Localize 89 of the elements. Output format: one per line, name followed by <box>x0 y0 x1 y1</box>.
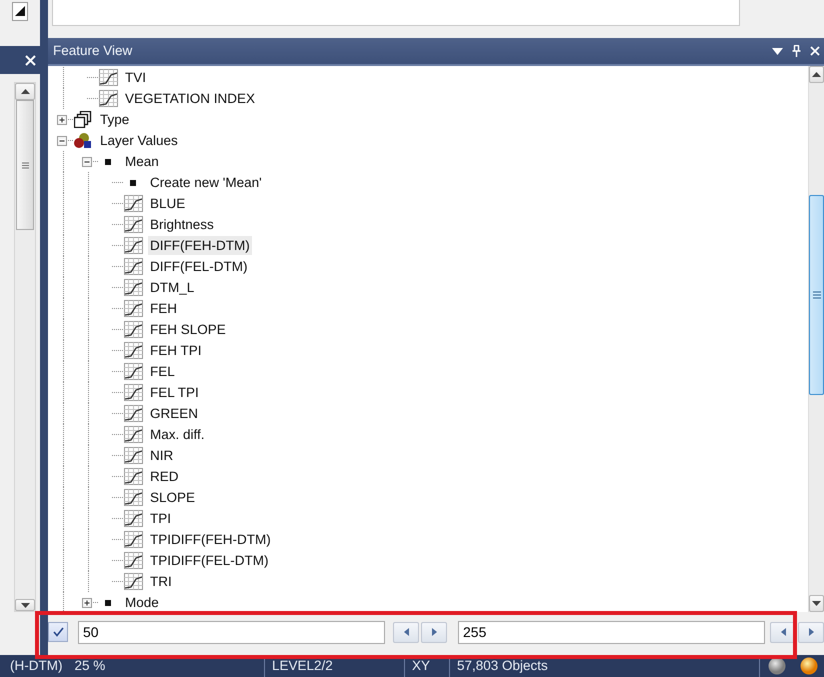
tree-item[interactable]: DIFF(FEL-DTM) <box>148 257 250 276</box>
layers-icon <box>73 132 93 149</box>
tree-item[interactable]: NIR <box>148 446 176 465</box>
chart-icon <box>124 216 142 233</box>
arrow-right-icon <box>808 628 814 636</box>
tree-item[interactable]: DIFF(FEH-DTM) <box>148 236 252 255</box>
status-text: 57,803 Objects <box>457 656 548 675</box>
tree-item[interactable]: TVI <box>123 68 148 87</box>
collapse-icon[interactable] <box>57 136 67 146</box>
tree-item[interactable]: FEL <box>148 362 177 381</box>
tree-item[interactable]: Brightness <box>148 215 216 234</box>
tree-item[interactable]: FEH TPI <box>148 341 204 360</box>
chart-icon <box>124 258 142 275</box>
dropdown-icon[interactable] <box>772 48 783 54</box>
checkbox[interactable] <box>48 622 68 642</box>
chart-icon <box>98 69 118 86</box>
chart-icon <box>124 237 142 254</box>
tree-item[interactable]: FEH SLOPE <box>148 320 228 339</box>
scrollbar[interactable] <box>808 66 824 612</box>
status-text: LEVEL2/2 <box>272 656 333 675</box>
tree-item[interactable]: Mean <box>123 152 161 171</box>
chart-icon <box>124 510 142 527</box>
status-icon[interactable] <box>768 657 786 675</box>
chart-icon <box>124 342 142 359</box>
tree-item[interactable]: FEL TPI <box>148 383 201 402</box>
chart-icon <box>124 279 142 296</box>
pin-icon[interactable] <box>792 45 801 57</box>
resize-icon[interactable] <box>12 2 28 22</box>
close-icon[interactable] <box>25 54 36 66</box>
tree-item[interactable]: Type <box>98 110 132 129</box>
panel-title: Feature View <box>53 42 134 60</box>
arrow-up-icon[interactable] <box>812 72 821 77</box>
left-button[interactable] <box>393 622 419 642</box>
arrow-down-icon[interactable] <box>20 602 30 608</box>
arrow-up-icon[interactable] <box>20 89 30 94</box>
status-text: 25 % <box>74 656 106 675</box>
chart-icon <box>124 426 142 443</box>
chart-icon <box>124 573 142 590</box>
chart-icon <box>124 531 142 548</box>
tree-item[interactable]: GREEN <box>148 404 200 423</box>
tree-item[interactable]: TPIDIFF(FEH-DTM) <box>148 530 273 549</box>
grip-icon[interactable] <box>22 162 28 168</box>
input-field[interactable] <box>52 0 740 26</box>
tree-item[interactable]: VEGETATION INDEX <box>123 89 258 108</box>
grip-icon[interactable] <box>812 291 820 299</box>
tree-item[interactable]: TRI <box>148 572 174 591</box>
tree-item[interactable]: SLOPE <box>148 488 198 507</box>
chart-icon <box>124 384 142 401</box>
tree-item[interactable]: RED <box>148 467 181 486</box>
tree-item[interactable]: BLUE <box>148 194 188 213</box>
chart-icon <box>124 489 142 506</box>
input-field[interactable]: 50 <box>78 620 385 644</box>
chart-icon <box>124 447 142 464</box>
arrow-left-icon <box>780 628 786 636</box>
tree-item[interactable]: TPI <box>148 509 174 528</box>
status-text: XY <box>412 656 430 675</box>
collapse-icon[interactable] <box>82 156 92 166</box>
tree-item[interactable]: DTM_L <box>148 278 196 297</box>
right-button[interactable] <box>798 622 824 642</box>
chart-icon <box>124 468 142 485</box>
tree-item[interactable]: Max. diff. <box>148 425 207 444</box>
tree-item[interactable]: Create new 'Mean' <box>148 173 264 192</box>
tree-item[interactable]: Mode <box>123 593 161 612</box>
expand-icon[interactable] <box>82 598 92 608</box>
bullet-icon <box>130 180 136 186</box>
stack-icon <box>74 111 92 128</box>
checkmark-icon <box>52 627 64 637</box>
close-icon[interactable] <box>810 46 820 56</box>
tree-item[interactable]: TPIDIFF(FEL-DTM) <box>148 551 270 570</box>
arrow-left-icon <box>404 628 408 636</box>
tree-item[interactable]: FEH <box>148 299 179 318</box>
expand-icon[interactable] <box>57 114 67 124</box>
arrow-right-icon <box>432 628 436 636</box>
bullet-icon <box>105 158 111 164</box>
chart-icon <box>124 405 142 422</box>
input-field[interactable]: 255 <box>458 620 765 644</box>
chart-icon <box>124 363 142 380</box>
chart-icon <box>124 300 142 317</box>
status-icon[interactable] <box>800 657 818 675</box>
chart-icon <box>124 195 142 212</box>
chart-icon <box>124 552 142 569</box>
chart-icon <box>98 90 118 107</box>
status-text: (H-DTM) <box>10 656 62 675</box>
bullet-icon <box>105 600 111 606</box>
right-button[interactable] <box>421 622 447 642</box>
tree-item[interactable]: Layer Values <box>98 131 180 150</box>
arrow-down-icon[interactable] <box>812 601 821 606</box>
chart-icon <box>124 321 142 338</box>
scrollbar[interactable] <box>14 82 36 612</box>
